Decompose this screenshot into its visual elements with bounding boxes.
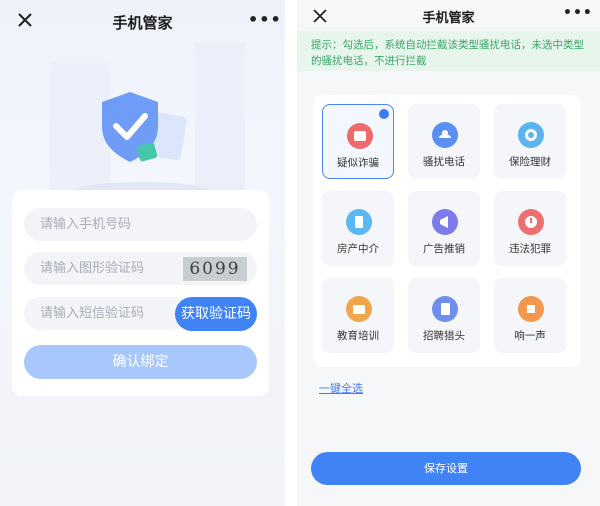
save-settings-button[interactable]: 保存设置 (311, 452, 581, 485)
category-label: 骚扰电话 (423, 156, 465, 168)
category-label: 广告推销 (423, 243, 465, 255)
nav-bar: 手机管家 ••• (297, 0, 600, 31)
phone-icon (432, 122, 458, 148)
category-label: 教育培训 (337, 330, 379, 342)
category-tile[interactable]: 房产中介 (322, 191, 394, 266)
nav-bar: 手机管家 ••• (0, 0, 285, 42)
more-icon[interactable]: ••• (248, 10, 282, 29)
category-label: 疑似诈骗 (337, 157, 379, 169)
category-tile[interactable]: 教育培训 (322, 278, 394, 353)
book-icon (346, 296, 372, 322)
category-tile[interactable]: 招聘猎头 (408, 278, 480, 353)
category-label: 招聘猎头 (423, 330, 465, 342)
bind-phone-screen: 手机管家 ••• 请输入手机号码 请输入图形验证码 6099 请输入短信验证码 … (0, 0, 285, 506)
category-label: 响一声 (514, 330, 546, 342)
category-label: 违法犯罪 (509, 243, 551, 255)
bind-form-card: 请输入手机号码 请输入图形验证码 6099 请输入短信验证码 获取验证码 确认绑… (12, 190, 269, 396)
fraud-icon (347, 123, 373, 149)
megaphone-icon (432, 209, 458, 235)
shield-icon (50, 42, 245, 202)
building-icon (346, 209, 372, 235)
phone-input[interactable]: 请输入手机号码 (24, 208, 257, 241)
category-label: 保险理财 (509, 156, 551, 168)
captcha-image[interactable]: 6099 (183, 257, 247, 281)
captcha-input[interactable]: 请输入图形验证码 6099 (24, 252, 257, 285)
category-tile[interactable]: 疑似诈骗 (322, 104, 394, 179)
coin-icon (518, 122, 544, 148)
confirm-bind-button[interactable]: 确认绑定 (24, 345, 257, 379)
page-title: 手机管家 (422, 11, 475, 26)
get-code-button[interactable]: 获取验证码 (175, 297, 257, 331)
category-tile[interactable]: 保险理财 (494, 104, 566, 179)
hero-illustration (0, 42, 285, 212)
select-all-link[interactable]: 一键全选 (319, 380, 363, 396)
sms-code-input[interactable]: 请输入短信验证码 (24, 297, 190, 330)
document-icon (432, 296, 458, 322)
page-title: 手机管家 (112, 14, 173, 32)
ring-icon (518, 296, 544, 322)
category-tile[interactable]: 广告推销 (408, 191, 480, 266)
captcha-placeholder: 请输入图形验证码 (40, 261, 145, 276)
category-grid: 疑似诈骗 骚扰电话 保险理财 房产中介 广告推销 违法犯罪 教育培训 招聘猎头 (313, 95, 581, 367)
block-settings-screen: 手机管家 ••• 提示：勾选后，系统自动拦截该类型骚扰电话，未选中类型的骚扰电话… (297, 0, 600, 506)
tip-banner: 提示：勾选后，系统自动拦截该类型骚扰电话，未选中类型的骚扰电话，不进行拦截 (297, 31, 600, 71)
category-tile[interactable]: 骚扰电话 (408, 104, 480, 179)
category-tile[interactable]: 违法犯罪 (494, 191, 566, 266)
category-tile[interactable]: 响一声 (494, 278, 566, 353)
more-icon[interactable]: ••• (563, 5, 593, 21)
category-label: 房产中介 (337, 243, 379, 255)
selected-check-icon (379, 109, 389, 119)
panel-divider (285, 0, 297, 506)
warning-icon (518, 209, 544, 235)
